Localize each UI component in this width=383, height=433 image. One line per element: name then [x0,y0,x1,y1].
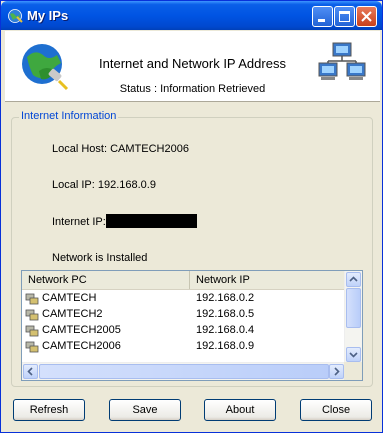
list-item[interactable]: CAMTECH2005 192.168.0.4 [22,323,346,339]
scroll-corner [344,362,362,380]
title-bar[interactable]: My IPs [1,1,382,30]
horizontal-scrollbar[interactable] [22,362,345,380]
window-title: My IPs [27,8,69,23]
app-globe-icon [8,9,23,23]
chevron-down-icon [349,352,358,358]
internet-ip-label: Internet IP: [52,216,106,228]
local-host-text: Local Host: CAMTECH2006 [52,143,189,155]
chevron-left-icon [27,367,33,376]
network-computers-icon [318,42,366,80]
pc-ip: 192.168.0.9 [196,340,255,352]
chevron-up-icon [349,276,358,282]
pc-ip: 192.168.0.2 [196,292,255,304]
pc-name: CAMTECH [42,292,97,304]
redacted-internet-ip [105,214,197,228]
pc-name: CAMTECH2006 [42,340,121,352]
close-icon [361,11,372,22]
about-button[interactable]: About [204,399,276,421]
list-item[interactable]: CAMTECH 192.168.0.2 [22,291,346,307]
close-button[interactable]: Close [300,399,372,421]
header-panel: Internet and Network IP Address Status :… [5,31,380,102]
app-window: My IPs Internet and Network IP Address S… [0,0,383,433]
network-status-text: Network is Installed [52,252,148,264]
scroll-right-button[interactable] [329,364,344,379]
list-header: Network PC Network IP [22,271,346,290]
computer-icon [25,293,39,305]
minimize-button[interactable] [312,6,333,27]
internet-ip-row: Internet IP: [52,214,197,228]
list-item[interactable]: CAMTECH2006 192.168.0.9 [22,339,346,355]
vertical-scrollbar[interactable] [344,271,362,363]
column-network-pc[interactable]: Network PC [22,271,190,289]
computer-icon [25,341,39,353]
computer-icon [25,325,39,337]
pc-name: CAMTECH2005 [42,324,121,336]
pc-ip: 192.168.0.5 [196,308,255,320]
chevron-right-icon [334,367,340,376]
pc-name: CAMTECH2 [42,308,103,320]
refresh-button[interactable]: Refresh [13,399,85,421]
maximize-button[interactable] [334,6,355,27]
list-item[interactable]: CAMTECH2 192.168.0.5 [22,307,346,323]
local-ip-text: Local IP: 192.168.0.9 [52,179,156,191]
maximize-icon [339,11,350,22]
horizontal-scroll-thumb[interactable] [39,364,329,379]
close-window-button[interactable] [356,6,377,27]
computer-icon [25,309,39,321]
pc-ip: 192.168.0.4 [196,324,255,336]
vertical-scroll-thumb[interactable] [346,288,361,328]
scroll-down-button[interactable] [346,347,361,362]
scroll-left-button[interactable] [23,364,38,379]
group-label: Internet Information [19,110,119,122]
network-pc-list[interactable]: Network PC Network IP CAMTECH 192.168.0.… [21,270,363,381]
minimize-icon [318,19,325,22]
save-button[interactable]: Save [109,399,181,421]
scroll-up-button[interactable] [346,272,361,287]
column-network-ip[interactable]: Network IP [190,271,346,289]
